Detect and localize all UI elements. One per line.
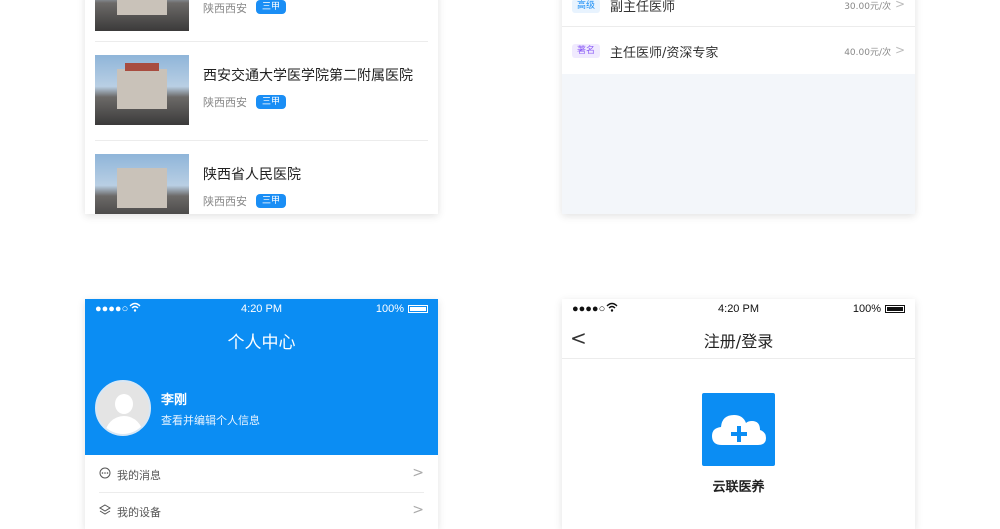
user-name[interactable]: 李刚 [161,389,187,408]
hospital-item[interactable]: 陕西西安 三甲 [85,0,438,42]
menu-item-label: 我的设备 [117,506,161,519]
hospital-photo [95,0,189,31]
battery-percent: 100% [852,303,881,315]
hospital-location: 陕西西安 [203,96,247,109]
hospital-item[interactable]: 西安交通大学医学院第二附属医院 陕西西安 三甲 [85,42,438,141]
hospital-location: 陕西西安 [203,195,247,208]
chevron-right-icon: > [412,465,424,481]
doctor-level-badge: 高级 [572,0,601,13]
edit-profile-link[interactable]: 查看并编辑个人信息 [161,412,260,428]
battery-icon [885,305,905,313]
message-icon [99,467,111,482]
hospital-grade-badge: 三甲 [256,0,287,14]
status-bar: ●●●●○ 4:20 PM 100% [562,299,915,319]
app-logo [702,393,775,466]
status-bar: ●●●●○ 4:20 PM 100% [85,299,438,319]
cloud-plus-icon [712,415,766,445]
doctor-list-screen: 高级 副主任医师 30.00元/次 > 著名 主任医师/资深专家 40.00元/… [562,0,915,214]
nav-bar: < 注册/登录 [562,319,915,359]
hospital-location: 陕西西安 [203,2,247,15]
app-name: 云联医养 [712,480,765,495]
hospital-name: 陕西省人民医院 [203,167,301,183]
battery-percent: 100% [375,303,404,315]
hospital-list-screen: 陕西西安 三甲 西安交通大学医学院第二附属医院 陕西西安 三甲 陕西省人民医院 … [85,0,438,214]
menu-item-label: 我的消息 [117,469,161,482]
profile-screen: ●●●●○ 4:20 PM 100% 个人中心 李刚 查看并编辑个人信息 我的消… [85,299,438,529]
avatar[interactable] [95,380,151,436]
consult-price: 30.00元/次 [844,2,891,12]
hospital-photo [95,154,189,214]
layers-icon [99,504,111,519]
doctor-item[interactable]: 著名 主任医师/资深专家 40.00元/次 > [562,27,915,74]
battery-icon [408,305,428,313]
hospital-grade-badge: 三甲 [256,95,287,109]
chevron-right-icon: > [894,0,905,11]
chevron-right-icon: > [412,502,424,518]
page-title: 个人中心 [227,333,296,353]
hospital-grade-badge: 三甲 [256,194,287,208]
doctor-title: 副主任医师 [610,0,676,15]
doctor-item[interactable]: 高级 副主任医师 30.00元/次 > [562,0,915,27]
chevron-right-icon: > [894,43,905,57]
doctor-title: 主任医师/资深专家 [610,46,719,61]
menu-item-messages[interactable]: 我的消息 > [85,455,438,493]
consult-price: 40.00元/次 [844,48,891,58]
doctor-level-badge: 著名 [572,44,601,58]
hospital-photo [95,55,189,125]
login-screen: ●●●●○ 4:20 PM 100% < 注册/登录 云联医养 [562,299,915,529]
page-title: 注册/登录 [703,332,774,351]
hospital-item[interactable]: 陕西省人民医院 陕西西安 三甲 [85,141,438,214]
menu-item-devices[interactable]: 我的设备 > [85,493,438,529]
hospital-name: 西安交通大学医学院第二附属医院 [203,68,413,84]
